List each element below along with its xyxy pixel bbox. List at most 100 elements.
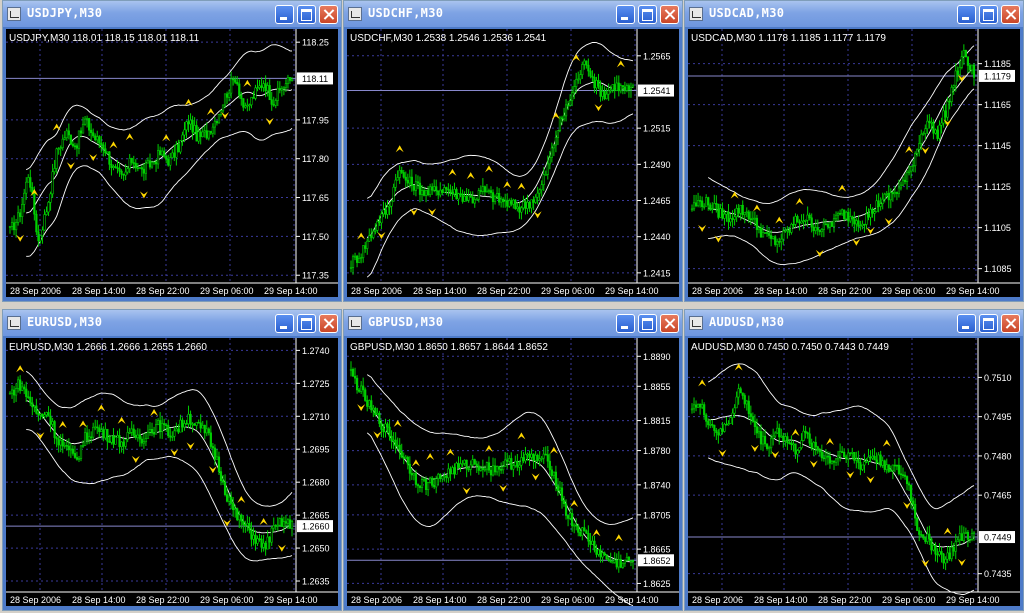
chart-window-icon[interactable] [7,316,21,330]
title-bar[interactable]: EURUSD,M30 [3,310,341,336]
candle-body [879,454,882,466]
candle-body [832,460,836,463]
candle-body [814,442,817,448]
price-tick-label: 0.7465 [984,491,1012,501]
maximize-icon[interactable] [638,5,657,24]
candle-body [23,386,26,390]
candle-body [112,166,115,168]
chart-window-gbpusd[interactable]: GBPUSD,M30 1.8890 1.8855 1.8815 1.8780 1.874… [343,309,683,611]
candle-body [699,200,702,202]
price-tick-label: 1.8855 [643,382,671,392]
candle-body [887,193,890,201]
close-icon[interactable] [1001,314,1020,333]
fractal-up-arrow-icon [616,60,625,68]
candle-body [741,204,744,215]
minimize-icon[interactable] [275,314,294,333]
candle-body [869,208,872,218]
candle-body [822,223,825,230]
chart-window-usdcad[interactable]: USDCAD,M30 1.1185 1.1179 1.1165 1.1145 1.112… [684,0,1024,302]
candle-body [589,540,592,545]
price-chart[interactable]: 118.25 118.11 117.95 117.80 117.65 117.50 117.… [6,29,338,297]
candle-body [591,75,594,78]
candle-body [524,201,527,209]
candle-body [534,454,537,461]
chart-window-usdchf[interactable]: USDCHF,M30 1.2565 1.2541 1.2515 1.2490 1.246… [343,0,683,302]
price-tick-label: 117.50 [302,232,329,242]
title-bar[interactable]: USDCAD,M30 [685,1,1023,27]
close-icon[interactable] [660,5,679,24]
close-icon[interactable] [319,314,338,333]
title-bar[interactable]: USDJPY,M30 [3,1,341,27]
candle-body [816,446,819,451]
candle-body [14,388,18,396]
candle-body [280,88,283,91]
fractal-down-arrow-icon [750,444,759,452]
candle-body [772,435,775,439]
candle-body [349,267,353,269]
close-icon[interactable] [1001,5,1020,24]
price-tick-label: 117.65 [302,193,329,203]
candle-body [709,204,712,210]
candle-body [49,193,52,203]
candle-body [571,92,574,101]
maximize-icon[interactable] [297,5,316,24]
chart-window-usdjpy[interactable]: USDJPY,M30 118.25 118.11 117.95 117.80 117.6… [2,0,342,302]
candle-body [907,483,911,486]
price-tick-label: 1.2695 [302,445,330,455]
chart-window-audusd[interactable]: AUDUSD,M30 0.7510 0.7495 0.7480 0.7465 0.744… [684,309,1024,611]
price-chart[interactable]: 1.2565 1.2541 1.2515 1.2490 1.2465 1.2440 1.24… [347,29,679,297]
candle-body [388,426,391,437]
candle-body [410,176,413,186]
candle-body [353,255,357,258]
candle-body [498,193,501,203]
price-tick-label: 1.2440 [643,232,671,242]
candle-body [609,89,612,92]
price-chart[interactable]: 0.7510 0.7495 0.7480 0.7465 0.7449 0.7435 28 S… [688,338,1020,606]
maximize-icon[interactable] [638,314,657,333]
candle-body [163,423,166,426]
chart-window-icon[interactable] [689,7,703,21]
maximize-icon[interactable] [297,314,316,333]
chart-window-icon[interactable] [7,7,21,21]
minimize-icon[interactable] [275,5,294,24]
chart-window-icon[interactable] [348,316,362,330]
time-tick-label: 28 Sep 2006 [692,286,743,296]
candle-body [731,218,734,220]
minimize-icon[interactable] [616,314,635,333]
candle-body [19,379,22,391]
bollinger-band-upper [366,42,634,199]
fractal-up-arrow-icon [393,420,402,428]
candle-body [209,432,212,447]
candle-body [901,474,905,477]
minimize-icon[interactable] [616,5,635,24]
candle-body [629,560,633,562]
price-tick-label: 1.1125 [984,182,1011,192]
close-icon[interactable] [319,5,338,24]
maximize-icon[interactable] [979,314,998,333]
price-chart[interactable]: 1.1185 1.1179 1.1165 1.1145 1.1125 1.1105 1.10… [688,29,1020,297]
candle-body [396,177,399,181]
title-bar[interactable]: USDCHF,M30 [344,1,682,27]
fractal-up-arrow-icon [882,439,891,447]
candle-body [132,162,135,164]
chart-canvas: 1.27401.27251.27101.26951.26801.26651.26… [6,338,338,605]
price-chart[interactable]: 1.8890 1.8855 1.8815 1.8780 1.8740 1.8705 1.86… [347,338,679,606]
candle-body [266,85,269,92]
price-chart[interactable]: 1.2740 1.2725 1.2710 1.2695 1.2680 1.2665 1.26… [6,338,338,606]
title-bar[interactable]: GBPUSD,M30 [344,310,682,336]
minimize-icon[interactable] [957,314,976,333]
title-bar[interactable]: AUDUSD,M30 [685,310,1023,336]
close-icon[interactable] [660,314,679,333]
minimize-icon[interactable] [957,5,976,24]
bollinger-band-mid [708,415,975,548]
candle-body [952,546,955,552]
candle-body [841,209,844,215]
candle-body [203,425,206,434]
chart-window-eurusd[interactable]: EURUSD,M30 1.2740 1.2725 1.2710 1.2695 1.268… [2,309,342,611]
candle-body [956,70,959,75]
maximize-icon[interactable] [979,5,998,24]
chart-window-icon[interactable] [689,316,703,330]
chart-window-icon[interactable] [348,7,362,21]
candle-body [439,189,442,196]
fractal-up-arrow-icon [592,529,601,537]
